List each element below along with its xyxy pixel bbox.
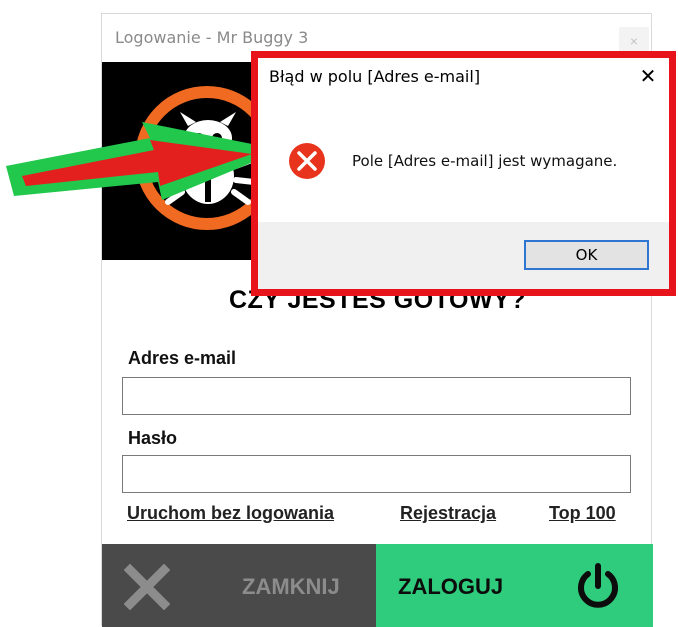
pointer-arrow-annotation — [6, 122, 282, 200]
login-button-label: ZALOGUJ — [398, 574, 504, 599]
dialog-message: Pole [Adres e-mail] jest wymagane. — [352, 152, 618, 170]
x-icon — [124, 564, 170, 610]
ok-button[interactable]: OK — [524, 240, 649, 270]
dialog-body: Pole [Adres e-mail] jest wymagane. — [258, 96, 669, 221]
register-link[interactable]: Rejestracja — [400, 503, 496, 524]
window-title: Logowanie - Mr Buggy 3 — [115, 28, 309, 47]
email-label: Adres e-mail — [128, 348, 237, 368]
error-icon — [289, 143, 325, 179]
email-input[interactable] — [122, 377, 631, 415]
close-button-label: ZAMKNIJ — [242, 574, 340, 599]
error-dialog: Błąd w polu [Adres e-mail] ✕ Pole [Adres… — [258, 58, 669, 289]
password-input[interactable] — [122, 455, 631, 493]
close-button[interactable]: ZAMKNIJ — [102, 544, 376, 627]
login-button[interactable]: ZALOGUJ — [376, 544, 653, 627]
run-without-login-link[interactable]: Uruchom bez logowania — [127, 503, 334, 524]
dialog-footer: OK — [258, 222, 669, 289]
power-icon — [578, 563, 618, 608]
dialog-close-button[interactable]: ✕ — [635, 63, 661, 89]
password-label: Hasło — [128, 428, 178, 448]
dialog-title: Błąd w polu [Adres e-mail] — [269, 67, 481, 86]
top100-link[interactable]: Top 100 — [549, 503, 616, 524]
